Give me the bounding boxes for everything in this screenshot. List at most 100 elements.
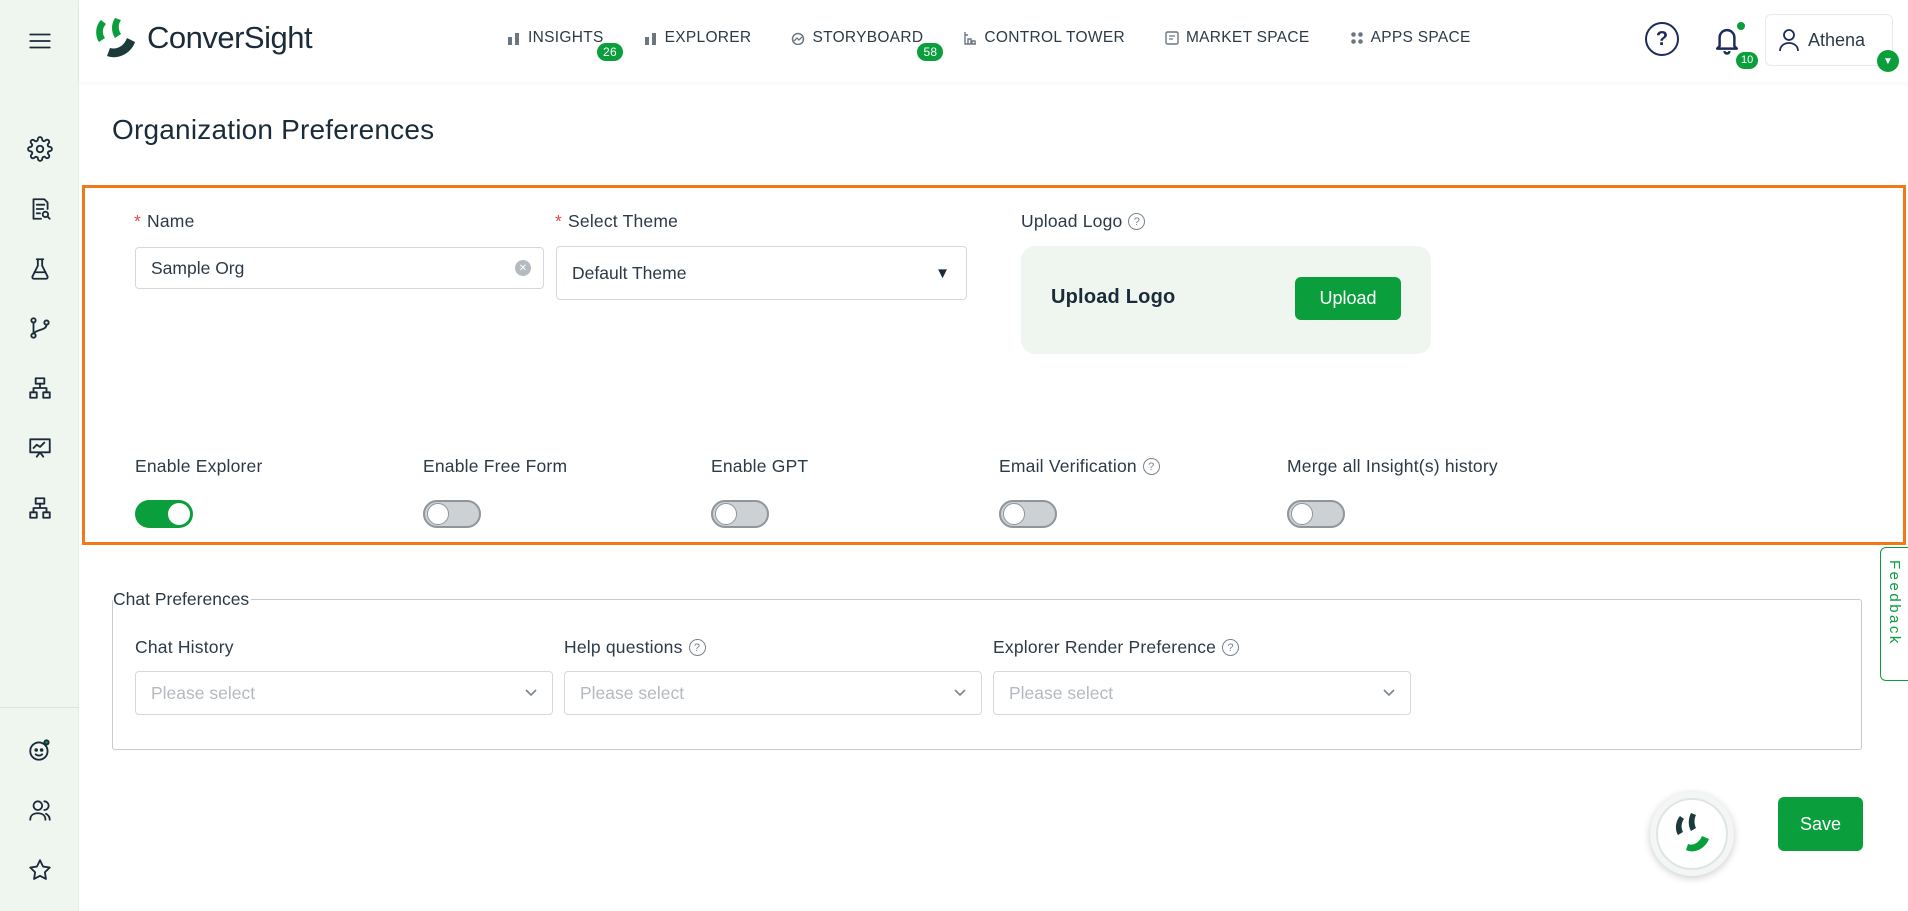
nav-explorer[interactable]: EXPLORER bbox=[644, 29, 752, 47]
merge-insights-history-label: Merge all Insight(s) history bbox=[1287, 456, 1498, 476]
help-circle-icon[interactable]: ? bbox=[1222, 639, 1240, 656]
merge-insights-history-toggle[interactable] bbox=[1287, 500, 1345, 528]
upload-box-label: Upload Logo bbox=[1051, 286, 1176, 308]
explorer-render-preference-label: Explorer Render Preference ? bbox=[993, 637, 1240, 658]
logo-text: ConverSight bbox=[147, 20, 313, 55]
apps-grid-icon bbox=[1350, 31, 1364, 45]
notification-dot bbox=[1737, 22, 1745, 30]
nav-apps-space[interactable]: APPS SPACE bbox=[1350, 29, 1471, 47]
explorer-render-preference-placeholder: Please select bbox=[1009, 682, 1114, 703]
main-nav: INSIGHTS 26 EXPLORER STORYBOARD 58 CONTR… bbox=[507, 29, 1471, 61]
hierarchy-icon[interactable] bbox=[22, 370, 58, 406]
email-verification-label: Email Verification ? bbox=[999, 456, 1160, 477]
help-questions-label-text: Help questions bbox=[564, 637, 683, 657]
enable-gpt-label: Enable GPT bbox=[711, 456, 809, 476]
feedback-label: Feedback bbox=[1886, 560, 1903, 646]
hierarchy-icon[interactable] bbox=[22, 490, 58, 526]
toggle-knob bbox=[1003, 503, 1025, 525]
upload-logo-dropzone[interactable]: Upload Logo Upload bbox=[1021, 246, 1431, 354]
enable-explorer-label: Enable Explorer bbox=[135, 456, 263, 476]
help-icon[interactable]: ? bbox=[1645, 22, 1679, 56]
top-bar: ConverSight INSIGHTS 26 EXPLORER STORYBO… bbox=[79, 0, 1908, 82]
explorer-render-preference-label-text: Explorer Render Preference bbox=[993, 637, 1217, 657]
nav-market-space-label: MARKET SPACE bbox=[1185, 29, 1310, 46]
page-title: Organization Preferences bbox=[112, 114, 435, 145]
enable-free-form-toggle[interactable] bbox=[423, 500, 481, 528]
control-tower-icon bbox=[963, 31, 977, 45]
nav-control-tower[interactable]: CONTROL TOWER bbox=[963, 29, 1125, 47]
user-name: Athena bbox=[1808, 29, 1866, 50]
chat-history-label: Chat History bbox=[135, 637, 234, 657]
help-circle-icon[interactable]: ? bbox=[1142, 458, 1160, 475]
upload-logo-label-text: Upload Logo bbox=[1021, 211, 1123, 231]
sidebar bbox=[0, 0, 79, 911]
nav-explorer-label: EXPLORER bbox=[664, 29, 752, 46]
name-label-text: Name bbox=[147, 211, 195, 231]
highlight-frame bbox=[82, 185, 1906, 545]
nav-insights[interactable]: INSIGHTS 26 bbox=[507, 29, 623, 61]
storyboard-icon bbox=[791, 31, 805, 45]
star-icon[interactable] bbox=[22, 852, 58, 888]
enable-explorer-toggle[interactable] bbox=[135, 500, 193, 528]
chevron-down-icon bbox=[1382, 683, 1396, 697]
clear-icon[interactable]: ✕ bbox=[515, 260, 531, 276]
users-icon[interactable] bbox=[22, 792, 58, 828]
theme-select[interactable]: Default Theme ▼ bbox=[556, 246, 967, 300]
settings-icon[interactable] bbox=[22, 131, 58, 167]
presentation-icon[interactable] bbox=[22, 430, 58, 466]
caret-down-icon[interactable]: ▼ bbox=[1877, 50, 1899, 72]
bar-chart-icon bbox=[507, 31, 521, 45]
toggle-knob bbox=[1291, 503, 1313, 525]
nav-market-space[interactable]: MARKET SPACE bbox=[1165, 29, 1310, 47]
theme-select-value: Default Theme bbox=[572, 262, 687, 283]
help-questions-select[interactable]: Please select bbox=[564, 671, 982, 715]
required-asterisk: * bbox=[555, 211, 563, 231]
logo-mark-icon bbox=[93, 16, 139, 60]
toggle-knob bbox=[168, 503, 190, 525]
nav-apps-space-label: APPS SPACE bbox=[1370, 29, 1471, 46]
report-icon[interactable] bbox=[22, 191, 58, 227]
name-input[interactable]: Sample Org ✕ bbox=[135, 247, 544, 289]
conversight-logo[interactable]: ConverSight bbox=[93, 16, 313, 60]
bot-logo-icon bbox=[1656, 798, 1728, 870]
bot-face-icon[interactable] bbox=[22, 732, 58, 768]
menu-icon[interactable] bbox=[22, 23, 58, 59]
chat-preferences-legend: Chat Preferences bbox=[113, 589, 252, 610]
chevron-down-icon bbox=[953, 683, 967, 697]
save-button[interactable]: Save bbox=[1778, 797, 1863, 851]
help-questions-label: Help questions ? bbox=[564, 637, 706, 658]
nav-control-tower-label: CONTROL TOWER bbox=[984, 29, 1125, 46]
bar-chart-icon bbox=[644, 31, 658, 45]
user-icon bbox=[1779, 29, 1799, 52]
nav-insights-label: INSIGHTS bbox=[528, 29, 604, 46]
enable-free-form-label: Enable Free Form bbox=[423, 456, 568, 476]
explorer-render-preference-select[interactable]: Please select bbox=[993, 671, 1411, 715]
help-circle-icon[interactable]: ? bbox=[688, 639, 706, 656]
email-verification-label-text: Email Verification bbox=[999, 456, 1137, 476]
chat-bot-button[interactable] bbox=[1650, 792, 1734, 876]
theme-label: * Select Theme bbox=[555, 211, 678, 232]
enable-gpt-toggle[interactable] bbox=[711, 500, 769, 528]
notification-count-badge: 10 bbox=[1736, 52, 1759, 69]
toggle-knob bbox=[715, 503, 737, 525]
upload-button[interactable]: Upload bbox=[1295, 277, 1401, 320]
chevron-down-icon bbox=[524, 683, 538, 697]
email-verification-toggle[interactable] bbox=[999, 500, 1057, 528]
storyboard-count-badge: 58 bbox=[917, 43, 944, 61]
name-label: * Name bbox=[134, 211, 195, 232]
name-input-value: Sample Org bbox=[151, 257, 245, 278]
chat-history-select[interactable]: Please select bbox=[135, 671, 553, 715]
theme-label-text: Select Theme bbox=[568, 211, 679, 231]
caret-down-icon: ▼ bbox=[935, 264, 950, 282]
flask-icon[interactable] bbox=[22, 251, 58, 287]
branch-icon[interactable] bbox=[22, 310, 58, 346]
user-menu[interactable]: Athena bbox=[1765, 14, 1893, 66]
market-space-icon bbox=[1165, 31, 1179, 45]
nav-storyboard-label: STORYBOARD bbox=[812, 29, 924, 46]
nav-storyboard[interactable]: STORYBOARD 58 bbox=[791, 29, 944, 61]
feedback-tab[interactable]: Feedback bbox=[1880, 547, 1908, 681]
help-circle-icon[interactable]: ? bbox=[1128, 213, 1146, 230]
help-questions-placeholder: Please select bbox=[580, 682, 685, 703]
required-asterisk: * bbox=[134, 211, 142, 231]
chat-history-placeholder: Please select bbox=[151, 682, 256, 703]
